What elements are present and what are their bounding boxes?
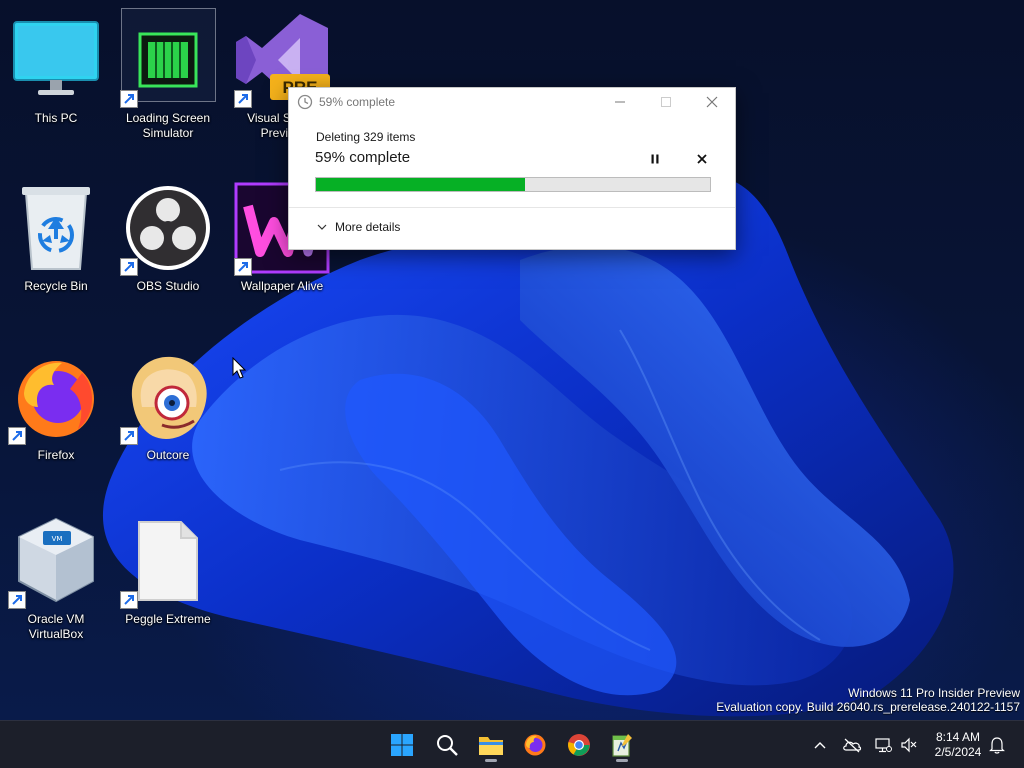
running-indicator bbox=[485, 759, 497, 762]
search-icon bbox=[437, 735, 458, 756]
file-explorer-icon bbox=[479, 737, 503, 755]
desktop-icon-label: Loading Screen Simulator bbox=[125, 111, 211, 140]
desktop-icon-label: Oracle VM VirtualBox bbox=[27, 612, 85, 641]
percent-complete-text: 59% complete bbox=[315, 149, 411, 166]
close-icon bbox=[706, 96, 718, 108]
file-operation-dialog[interactable]: 59% complete Deleting 329 items 59% comp… bbox=[288, 87, 736, 250]
shortcut-arrow-icon bbox=[120, 258, 138, 276]
desktop-icon-this-pc[interactable]: This PC bbox=[6, 12, 106, 162]
loading-bar-icon bbox=[138, 32, 198, 88]
close-button[interactable] bbox=[689, 88, 735, 116]
minimize-icon bbox=[615, 101, 625, 103]
svg-text:VM: VM bbox=[52, 535, 63, 543]
notepad-taskbar-button[interactable] bbox=[604, 727, 640, 763]
recycle-bin-icon bbox=[22, 187, 90, 270]
more-details-label: More details bbox=[335, 220, 401, 234]
maximize-button bbox=[643, 88, 689, 116]
desktop-icon-label: OBS Studio bbox=[136, 279, 200, 293]
firefox-icon bbox=[524, 734, 546, 756]
onedrive-tray-button[interactable] bbox=[840, 733, 864, 757]
notepad-icon bbox=[612, 734, 632, 757]
monitor-icon bbox=[13, 21, 99, 95]
notifications-button[interactable] bbox=[985, 733, 1009, 757]
desktop-icon-label: Wallpaper Alive bbox=[240, 279, 324, 293]
chrome-taskbar-button[interactable] bbox=[561, 727, 597, 763]
pause-icon bbox=[651, 154, 659, 164]
desktop-icon-label: Peggle Extreme bbox=[125, 612, 211, 626]
clock-time: 8:14 AM bbox=[935, 730, 981, 744]
show-hidden-icons-button[interactable] bbox=[808, 733, 832, 757]
maximize-icon bbox=[661, 97, 671, 107]
chrome-icon bbox=[568, 734, 590, 756]
progress-bar-fill bbox=[316, 178, 525, 191]
chevron-down-icon bbox=[317, 224, 327, 230]
network-tray-button[interactable] bbox=[871, 733, 895, 757]
dialog-divider bbox=[289, 207, 735, 208]
watermark-line-2: Evaluation copy. Build 26040.rs_prerelea… bbox=[716, 700, 1020, 714]
desktop-icon-peggle-extreme[interactable]: Peggle Extreme bbox=[118, 513, 218, 663]
taskbar[interactable]: 8:14 AM 2/5/2024 bbox=[0, 720, 1024, 768]
dialog-title: 59% complete bbox=[319, 95, 396, 109]
file-explorer-button[interactable] bbox=[473, 727, 509, 763]
desktop-icon-loading-screen-simulator[interactable]: Loading Screen Simulator bbox=[118, 12, 218, 162]
shortcut-arrow-icon bbox=[120, 427, 138, 445]
desktop-icon-label: Outcore bbox=[146, 448, 190, 462]
shortcut-arrow-icon bbox=[8, 591, 26, 609]
shortcut-arrow-icon bbox=[234, 258, 252, 276]
firefox-taskbar-button[interactable] bbox=[517, 727, 553, 763]
bell-icon bbox=[989, 737, 1005, 754]
network-icon bbox=[875, 738, 892, 753]
minimize-button[interactable] bbox=[597, 88, 643, 116]
onedrive-offline-icon bbox=[843, 738, 862, 753]
start-button[interactable] bbox=[384, 727, 420, 763]
desktop-icon-label: This PC bbox=[34, 111, 78, 125]
cancel-x-icon bbox=[697, 154, 707, 164]
dialog-titlebar[interactable]: 59% complete bbox=[289, 88, 735, 116]
chevron-up-icon bbox=[814, 742, 826, 749]
mouse-cursor-icon bbox=[232, 357, 246, 379]
desktop-icon-label: Firefox bbox=[37, 448, 75, 462]
operation-text: Deleting 329 items bbox=[316, 130, 416, 144]
evaluation-watermark: Windows 11 Pro Insider Preview Evaluatio… bbox=[716, 686, 1020, 714]
desktop-icon-virtualbox[interactable]: VM Oracle VM VirtualBox bbox=[6, 513, 106, 663]
desktop-icon-label: Recycle Bin bbox=[24, 279, 88, 293]
shortcut-arrow-icon bbox=[234, 90, 252, 108]
shortcut-arrow-icon bbox=[8, 427, 26, 445]
desktop-icon-outcore[interactable]: Outcore bbox=[118, 349, 218, 499]
watermark-line-1: Windows 11 Pro Insider Preview bbox=[848, 686, 1020, 700]
cancel-operation-button[interactable] bbox=[692, 150, 712, 168]
start-icon bbox=[391, 734, 413, 756]
desktop[interactable]: This PC Recycle Bin Firefox VM Oracle VM… bbox=[0, 0, 1024, 720]
desktop-icon-recycle-bin[interactable]: Recycle Bin bbox=[6, 180, 106, 330]
progress-bar bbox=[315, 177, 711, 192]
pause-button[interactable] bbox=[645, 150, 665, 168]
shortcut-arrow-icon bbox=[120, 591, 138, 609]
desktop-icon-obs-studio[interactable]: OBS Studio bbox=[118, 180, 218, 330]
taskbar-clock[interactable]: 8:14 AM 2/5/2024 bbox=[928, 730, 988, 760]
clock-date: 2/5/2024 bbox=[934, 745, 982, 759]
desktop-icon-firefox[interactable]: Firefox bbox=[6, 349, 106, 499]
search-button[interactable] bbox=[429, 727, 465, 763]
clock-icon bbox=[297, 94, 313, 110]
blank-file-icon bbox=[138, 521, 198, 601]
more-details-button[interactable]: More details bbox=[317, 220, 400, 234]
shortcut-arrow-icon bbox=[120, 90, 138, 108]
volume-muted-icon bbox=[901, 737, 917, 753]
volume-tray-button[interactable] bbox=[897, 733, 921, 757]
running-indicator bbox=[616, 759, 628, 762]
